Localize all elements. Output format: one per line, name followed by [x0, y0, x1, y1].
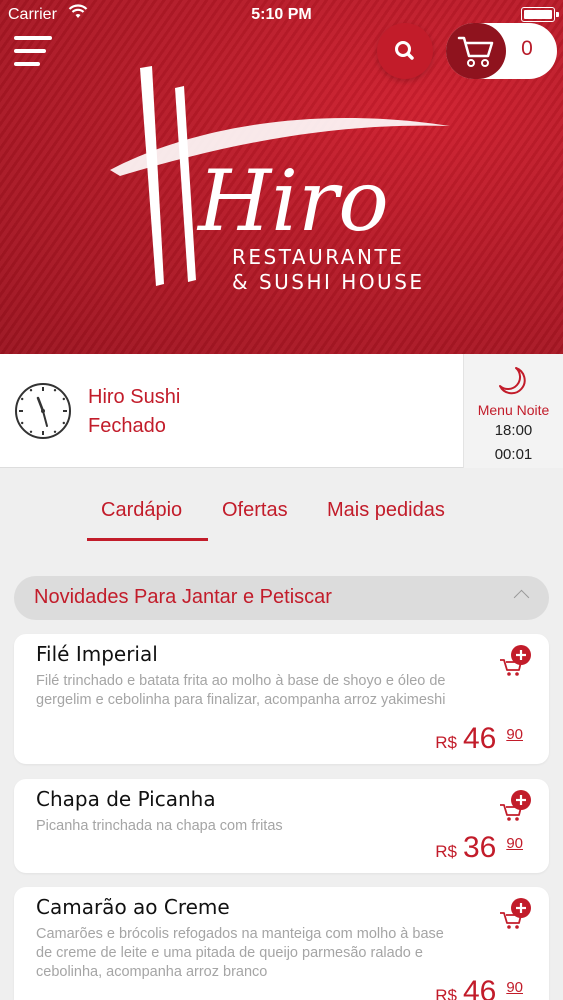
product-name: Chapa de Picanha [36, 787, 216, 811]
product-price: R$ 46 90 [435, 975, 523, 1000]
add-to-cart-icon[interactable] [499, 789, 533, 823]
price-currency: R$ [435, 733, 457, 752]
category-header[interactable]: Novidades Para Jantar e Petiscar [14, 576, 549, 620]
product-name: Camarão ao Creme [36, 895, 230, 919]
product-description: Camarões e brócolis refogados na manteig… [36, 926, 444, 980]
product-description: Filé trinchado e batata frita ao molho à… [36, 673, 446, 708]
product-price: R$ 36 90 [435, 831, 523, 865]
menu-icon[interactable] [14, 36, 52, 68]
moon-icon [499, 367, 526, 395]
chevron-up-icon [513, 589, 530, 606]
night-open-time: 18:00 [494, 422, 533, 439]
product-card[interactable]: Chapa de Picanha Picanha trinchada na ch… [14, 779, 549, 873]
logo-subtitle-1: RESTAURANTE [232, 245, 405, 269]
night-close-time: 00:01 [494, 446, 533, 463]
add-to-cart-icon[interactable] [499, 897, 533, 931]
section-tabs: Cardápio Ofertas Mais pedidas [0, 468, 563, 548]
tab-ofertas[interactable]: Ofertas [222, 499, 288, 522]
price-integer: 46 [462, 722, 497, 755]
status-time: 5:10 PM [251, 6, 312, 23]
price-decimal: 90 [506, 726, 523, 743]
product-card[interactable]: Filé Imperial Filé trinchado e batata fr… [14, 634, 549, 764]
cart-button[interactable]: 0 [446, 23, 557, 79]
price-integer: 46 [462, 975, 497, 1000]
battery-icon [521, 7, 559, 22]
active-tab-indicator [87, 538, 208, 541]
logo-subtitle-2: & SUSHI HOUSE [232, 270, 425, 294]
tab-cardapio[interactable]: Cardápio [101, 499, 182, 522]
store-open-status: Fechado [88, 415, 166, 437]
search-button[interactable] [377, 23, 433, 79]
product-price: R$ 46 90 [435, 722, 523, 756]
store-status-panel: Hiro Sushi Fechado Menu Noite 18:00 00:0… [0, 354, 563, 468]
price-decimal: 90 [506, 979, 523, 996]
price-currency: R$ [435, 986, 457, 1000]
night-menu-label: Menu Noite [477, 402, 550, 418]
cart-icon-wrap [446, 23, 506, 79]
add-to-cart-icon[interactable] [499, 644, 533, 678]
price-integer: 36 [462, 831, 497, 864]
logo-wordmark: Hiro [196, 152, 389, 250]
price-currency: R$ [435, 842, 457, 861]
clock-icon [15, 383, 71, 439]
store-name: Hiro Sushi [88, 386, 181, 408]
cart-icon [457, 36, 494, 67]
tab-mais-pedidas[interactable]: Mais pedidas [327, 499, 445, 522]
search-icon [395, 41, 414, 60]
product-card[interactable]: Camarão ao Creme Camarões e brócolis ref… [14, 887, 549, 1000]
hero-banner: Carrier 5:10 PM 0 Hiro RESTAURANTE & SUS… [0, 0, 563, 354]
category-title: Novidades Para Jantar e Petiscar [34, 586, 332, 608]
cart-count: 0 [521, 37, 533, 60]
product-description: Picanha trinchada na chapa com fritas [36, 818, 283, 834]
product-name: Filé Imperial [36, 642, 158, 666]
price-decimal: 90 [506, 835, 523, 852]
night-menu-box: Menu Noite 18:00 00:01 [463, 354, 563, 468]
